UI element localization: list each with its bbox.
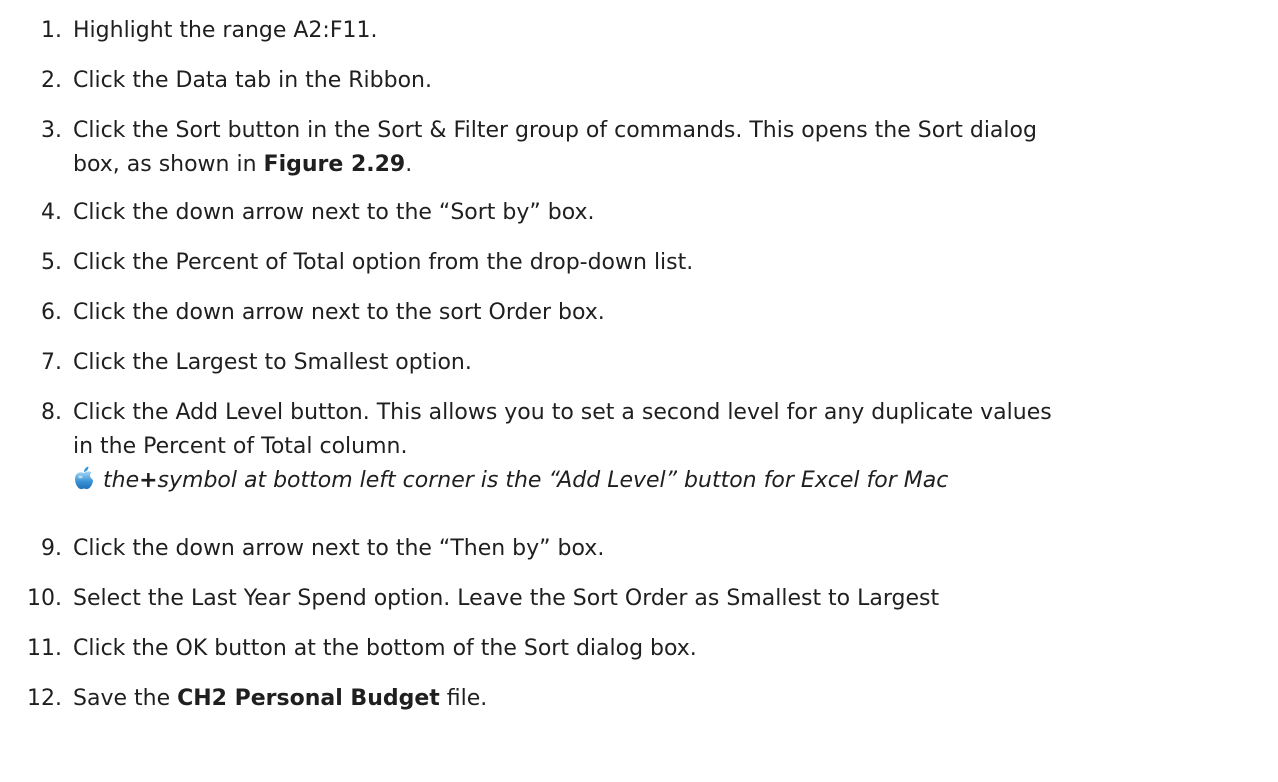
step-text: Click the Add Level button. This allows … <box>73 396 1268 498</box>
step-text-segment: box, as shown in <box>73 152 264 177</box>
step-number: 12. <box>27 686 62 711</box>
step-number: 7. <box>41 350 62 375</box>
apple-icon <box>75 466 93 490</box>
step-text: Click the Sort button in the Sort & Filt… <box>73 114 1268 182</box>
step-number: 4. <box>41 200 62 225</box>
step-number: 2. <box>41 68 62 93</box>
step-text-line: in the Percent of Total column. <box>73 434 408 459</box>
step-text-line: box, as shown in Figure 2.29. <box>73 148 1268 182</box>
step-text: Click the down arrow next to the “Sort b… <box>73 200 595 225</box>
step-text: Click the down arrow next to the “Then b… <box>73 536 605 561</box>
step-text: Select the Last Year Spend option. Leave… <box>73 586 940 611</box>
step-number: 8. <box>41 400 62 425</box>
mac-note: the + symbol at bottom left corner is th… <box>73 464 1268 498</box>
step-number: 9. <box>41 536 62 561</box>
step-number: 1. <box>41 18 62 43</box>
step-text-segment: file. <box>439 686 488 711</box>
step-text: Click the Percent of Total option from t… <box>73 250 694 275</box>
step-number: 6. <box>41 300 62 325</box>
mac-note-text: the <box>103 468 140 493</box>
step-text-line: Click the Add Level button. This allows … <box>73 400 1052 425</box>
mac-note-text: symbol at bottom left corner is the “Add… <box>157 468 949 493</box>
step-number: 5. <box>41 250 62 275</box>
step-text-segment: Save the <box>73 686 178 711</box>
step-text: Click the Data tab in the Ribbon. <box>73 68 432 93</box>
step-text: Click the down arrow next to the sort Or… <box>73 300 605 325</box>
step-text: Highlight the range A2:F11. <box>73 18 378 43</box>
file-name: CH2 Personal Budget <box>177 686 440 711</box>
step-text: Click the OK button at the bottom of the… <box>73 636 697 661</box>
step-number: 3. <box>41 118 62 143</box>
step-text: Save the CH2 Personal Budget file. <box>73 682 1268 716</box>
plus-symbol: + <box>139 468 158 493</box>
figure-reference: Figure 2.29 <box>263 152 406 177</box>
step-text-line: Click the Sort button in the Sort & Filt… <box>73 118 1037 143</box>
step-text: Click the Largest to Smallest option. <box>73 350 472 375</box>
step-number: 11. <box>27 636 62 661</box>
step-number: 10. <box>27 586 62 611</box>
step-text-segment: . <box>405 152 413 177</box>
